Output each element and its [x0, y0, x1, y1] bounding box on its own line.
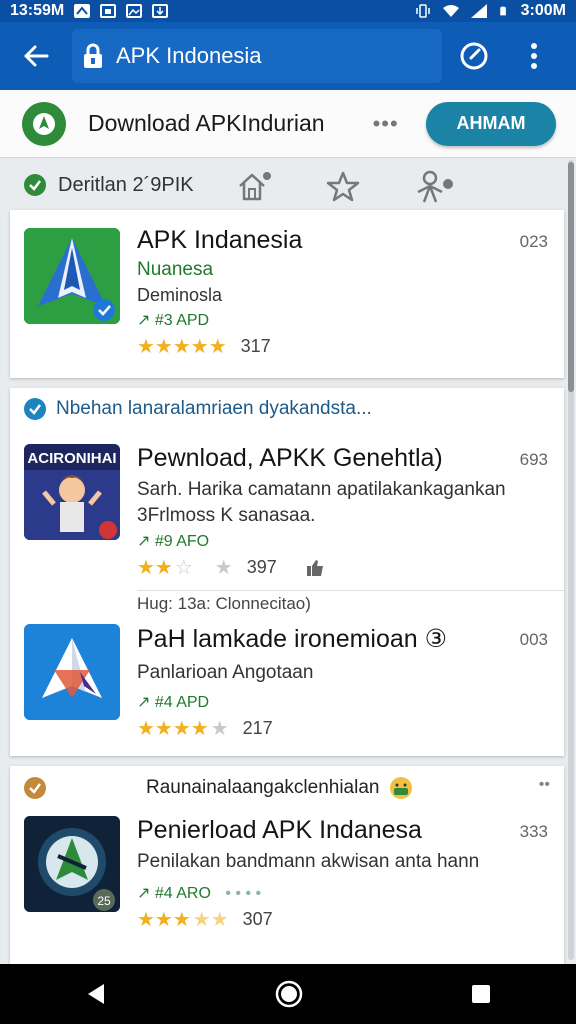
check-icon [24, 174, 46, 196]
star-icon: ★★★★★ [137, 336, 227, 358]
emoji-icon [390, 777, 413, 799]
home-icon[interactable] [236, 170, 272, 202]
nav-recents-icon[interactable] [470, 983, 492, 1005]
vibrate-icon [415, 4, 430, 18]
site-logo-icon [22, 101, 66, 146]
rating-count: 397 [246, 557, 277, 577]
back-button[interactable] [0, 22, 72, 90]
meta-dots: • • • • [225, 885, 262, 902]
filter-label: Deritlan 2´9PIK [58, 173, 194, 196]
nav-home-icon[interactable] [275, 980, 303, 1008]
download-header: Download APKIndurian ••• AHMAM [0, 90, 576, 158]
header-action-button[interactable]: AHMAM [426, 101, 556, 146]
check-icon [24, 777, 46, 799]
app-size: 003 [519, 630, 548, 649]
app-name: Pewnload, APKK Genehtla) [137, 444, 443, 472]
app-developer: Nuanesa [137, 259, 214, 280]
app-rank: ↗ #4 APD [137, 694, 210, 711]
app-name: Penierload APK Indanesa [137, 816, 422, 844]
app-name: PaH lamkade ironemioan ③ [137, 625, 448, 653]
app-rating: ★★ ☆ ★ 397 [137, 555, 506, 580]
star-icon[interactable] [326, 170, 360, 202]
app-description-line2: 3Frlmoss K sanasaa. [137, 505, 316, 526]
nav-back-icon[interactable] [84, 982, 108, 1006]
gallery-icon [126, 4, 143, 18]
rating-count: 217 [242, 718, 273, 738]
back-arrow-icon [24, 45, 49, 67]
notification-icon [74, 4, 91, 18]
star-empty-icon: ☆ [174, 557, 193, 579]
status-time-left: 13:59M [10, 2, 65, 19]
header-more-icon[interactable]: ••• [373, 111, 399, 137]
image-notification-icon [100, 4, 117, 18]
section-more-icon[interactable]: •• [539, 776, 550, 794]
svg-text:25: 25 [97, 894, 111, 908]
app-rank: ↗ #4 ARO • • • • [137, 885, 262, 902]
battery-icon [499, 6, 506, 16]
app-list-card: Raunainalaangakclenhialan •• 25 Penierlo… [10, 766, 564, 964]
app-rating: ★★★★★ 317 [137, 334, 302, 359]
app-size: 693 [519, 450, 548, 469]
filter-row: Deritlan 2´9PIK [0, 160, 576, 210]
app-description: Sarh. Harika camatann apatilakankagankan [137, 479, 506, 500]
app-icon: ACIRONIHAI [24, 444, 120, 540]
star-icon: ★★★ [137, 909, 191, 931]
app-description: Penilakan bandmann akwisan anta hann [137, 851, 480, 872]
thumbs-icon[interactable] [305, 558, 325, 578]
section-caption: Hug: 13a: Clonnecitao) [137, 594, 311, 613]
star-icon: ★★★★ [137, 718, 209, 740]
star-icon: ★★ [137, 557, 173, 579]
app-size: 333 [519, 822, 548, 841]
app-rank: ↗ #3 APD [137, 312, 210, 329]
app-category: Panlarioan Angotaan [137, 662, 314, 683]
refresh-compass-icon [460, 42, 488, 70]
section-title: Nbehan lanaralamriaen dyakandsta... [56, 398, 372, 419]
section-header: Raunainalaangakclenhialan [24, 776, 413, 800]
app-icon [24, 228, 120, 324]
compass-button[interactable] [442, 22, 506, 90]
system-nav-bar [0, 964, 576, 1024]
star-empty-icon: ★ [210, 718, 229, 740]
wifi-icon [442, 5, 459, 17]
app-rating: ★★★★ ★ 217 [137, 716, 447, 741]
app-name: APK Indanesia [137, 226, 303, 254]
app-icon [24, 624, 120, 720]
app-rank: ↗ #9 AFO [137, 533, 210, 550]
section-title: Raunainalaangakclenhialan [146, 777, 380, 798]
app-rating: ★★★ ★★ 307 [137, 907, 479, 932]
svg-text:ACIRONIHAI: ACIRONIHAI [27, 450, 116, 467]
user-icon[interactable] [414, 170, 454, 204]
page-title: Download APKIndurian [88, 110, 325, 136]
star-empty-icon: ★ [214, 557, 233, 579]
app-size: 023 [519, 232, 548, 251]
status-bar: 13:59M 3:00M [0, 0, 576, 22]
download-notification-icon [152, 4, 169, 18]
app-list-card: Nbehan lanaralamriaen dyakandsta... ACIR… [10, 388, 564, 756]
rating-count: 317 [240, 336, 271, 356]
more-vert-icon [531, 43, 537, 69]
star-half-icon: ★★ [192, 909, 229, 931]
app-icon: 25 [24, 816, 120, 912]
status-time-right: 3:00M [520, 2, 566, 19]
check-icon [24, 398, 46, 420]
url-text: APK Indonesia [116, 43, 262, 68]
app-bar: APK Indonesia [0, 22, 576, 90]
section-header: Nbehan lanaralamriaen dyakandsta... [24, 398, 372, 420]
app-card[interactable]: APK Indanesia Nuanesa Deminosla ↗ #3 APD… [10, 210, 564, 378]
lock-icon [84, 43, 102, 68]
scrollbar-thumb[interactable] [568, 162, 574, 392]
rating-count: 307 [242, 909, 273, 929]
signal-icon [470, 4, 487, 18]
divider [137, 590, 564, 591]
app-category: Deminosla [137, 285, 223, 305]
more-options-button[interactable] [506, 22, 562, 90]
url-bar[interactable]: APK Indonesia [72, 29, 442, 83]
